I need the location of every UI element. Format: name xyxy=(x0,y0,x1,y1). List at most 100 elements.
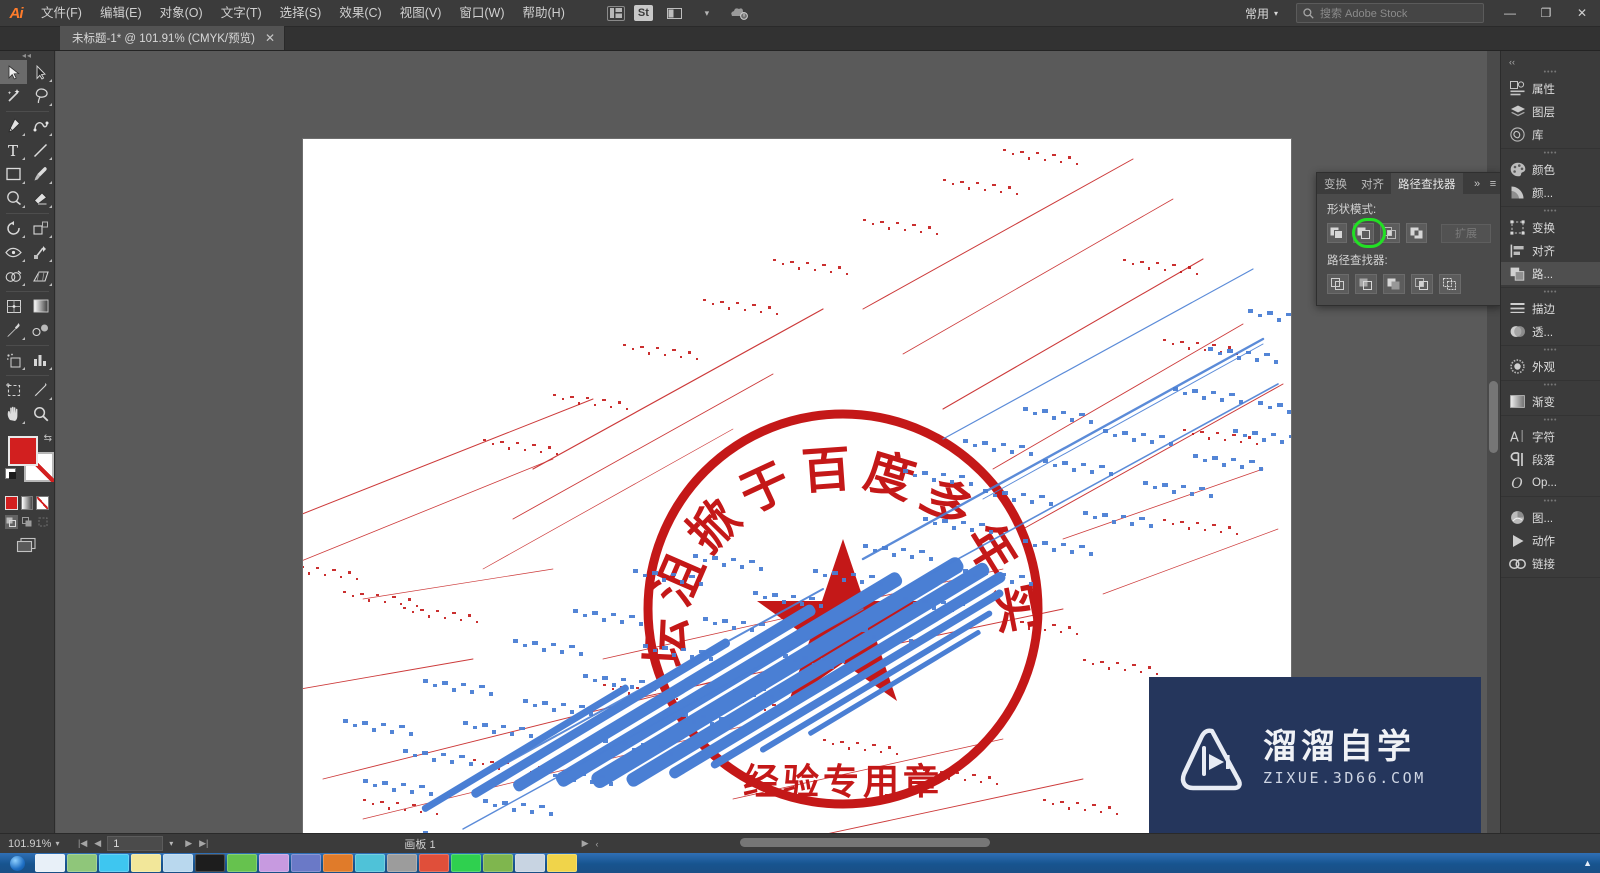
dock-grip[interactable]: •••• xyxy=(1501,207,1600,216)
taskbar-app-8[interactable] xyxy=(259,854,289,872)
menu-window[interactable]: 窗口(W) xyxy=(450,0,513,27)
direct-selection-tool[interactable] xyxy=(27,60,54,84)
dock-grip[interactable]: •••• xyxy=(1501,288,1600,297)
dock-grip[interactable]: •••• xyxy=(1501,381,1600,390)
perspective-grid-tool[interactable] xyxy=(27,264,54,288)
taskbar-app-13[interactable] xyxy=(419,854,449,872)
dock-item-pathfinder[interactable]: 路... xyxy=(1501,262,1600,285)
paintbrush-tool[interactable] xyxy=(27,162,54,186)
taskbar-app-1[interactable] xyxy=(35,854,65,872)
hand-tool[interactable] xyxy=(0,402,27,426)
intersect-button[interactable] xyxy=(1379,223,1401,243)
taskbar-app-7[interactable] xyxy=(227,854,257,872)
color-swatch-mode[interactable] xyxy=(5,496,18,510)
panel-menu-icon[interactable]: ≡ xyxy=(1485,173,1501,194)
gradient-tool[interactable] xyxy=(27,294,54,318)
curvature-tool[interactable] xyxy=(27,114,54,138)
nav-first-artboard-icon[interactable]: |◀ xyxy=(78,838,87,849)
dock-item-libraries[interactable]: 库 xyxy=(1501,123,1600,146)
start-orb[interactable] xyxy=(0,853,34,873)
dock-grip[interactable]: •••• xyxy=(1501,346,1600,355)
artboard[interactable]: 坛沮掀于百度多年实践经验分享 经验专用章 xyxy=(303,139,1291,833)
bridge-icon[interactable] xyxy=(606,5,625,21)
dock-item-properties[interactable]: 属性 xyxy=(1501,77,1600,100)
swap-fill-stroke-icon[interactable]: ⇆ xyxy=(44,433,52,444)
close-button[interactable]: ✕ xyxy=(1564,0,1600,27)
shaper-tool[interactable] xyxy=(0,186,27,210)
minus-front-button[interactable] xyxy=(1353,223,1374,243)
nav-last-artboard-icon[interactable]: ▶| xyxy=(199,838,208,849)
change-screen-mode-icon[interactable] xyxy=(0,529,54,553)
status-expand-icon[interactable]: ‹ xyxy=(596,839,599,849)
dock-item-character[interactable]: A 字符 xyxy=(1501,425,1600,448)
exclude-button[interactable] xyxy=(1406,223,1427,243)
pathfinder-panel[interactable]: 变换 对齐 路径查找器 » ≡ 形状模式: 扩展 路径查找器: xyxy=(1316,172,1502,306)
search-adobe-stock-input[interactable]: 搜索 Adobe Stock xyxy=(1296,3,1484,23)
zoom-level-control[interactable]: 101.91% ▾ xyxy=(0,838,72,850)
taskbar-app-6[interactable] xyxy=(195,854,225,872)
tray-expand-icon[interactable]: ▲ xyxy=(1583,858,1592,868)
rectangle-tool[interactable] xyxy=(0,162,27,186)
canvas-horizontal-scrollbar[interactable] xyxy=(740,833,1488,853)
panel-tab-transform[interactable]: 变换 xyxy=(1317,173,1354,194)
arrange-chevron-down-icon[interactable]: ▾ xyxy=(694,3,720,23)
artboard-page-chevron[interactable]: ▾ xyxy=(163,839,179,848)
zoom-chevron-down-icon[interactable]: ▾ xyxy=(55,839,59,848)
dock-item-transform[interactable]: 变换 xyxy=(1501,216,1600,239)
rotate-tool[interactable] xyxy=(0,216,27,240)
dock-item-paragraph[interactable]: 段落 xyxy=(1501,448,1600,471)
dock-item-appearance[interactable]: 外观 xyxy=(1501,355,1600,378)
dock-item-color-guide[interactable]: 颜... xyxy=(1501,181,1600,204)
menu-object[interactable]: 对象(O) xyxy=(151,0,212,27)
taskbar-app-14[interactable] xyxy=(451,854,481,872)
cloud-sync-icon[interactable] xyxy=(726,3,752,23)
dock-item-layers[interactable]: 图层 xyxy=(1501,100,1600,123)
canvas-area[interactable]: 坛沮掀于百度多年实践经验分享 经验专用章 xyxy=(56,51,1500,833)
fill-swatch[interactable] xyxy=(8,436,38,466)
horizontal-scroll-thumb[interactable] xyxy=(740,838,990,847)
scale-tool[interactable] xyxy=(27,216,54,240)
artboard-number-input[interactable]: 1 xyxy=(107,836,164,851)
free-transform-tool[interactable] xyxy=(27,240,54,264)
arrange-documents-icon[interactable] xyxy=(662,3,688,23)
default-fill-stroke-icon[interactable] xyxy=(5,468,16,479)
chinese-seal-stamp[interactable]: 坛沮掀于百度多年实践经验分享 经验专用章 xyxy=(303,139,1291,833)
minimize-button[interactable]: — xyxy=(1492,0,1528,27)
dock-grip[interactable]: •••• xyxy=(1501,416,1600,425)
unite-button[interactable] xyxy=(1327,223,1348,243)
column-graph-tool[interactable] xyxy=(27,348,54,372)
dock-item-transparency[interactable]: 透... xyxy=(1501,320,1600,343)
document-tab[interactable]: 未标题-1* @ 101.91% (CMYK/预览) ✕ xyxy=(60,26,286,50)
menu-edit[interactable]: 编辑(E) xyxy=(91,0,151,27)
taskbar-app-9[interactable] xyxy=(291,854,321,872)
pen-tool[interactable] xyxy=(0,114,27,138)
gradient-mode[interactable] xyxy=(20,496,34,510)
nav-next-artboard-icon[interactable]: ▶ xyxy=(185,838,192,849)
toolbar-grip[interactable]: ◂◂ xyxy=(0,51,54,60)
taskbar-app-12[interactable] xyxy=(387,854,417,872)
dock-grip[interactable]: •••• xyxy=(1501,149,1600,158)
menu-view[interactable]: 视图(V) xyxy=(391,0,451,27)
artboard-status-group[interactable]: 画板 1 xyxy=(404,836,435,852)
shape-builder-tool[interactable] xyxy=(0,264,27,288)
trim-button[interactable] xyxy=(1355,274,1377,294)
dock-collapse-icon[interactable]: ‹‹ xyxy=(1501,55,1600,68)
draw-behind[interactable] xyxy=(21,515,34,529)
menu-help[interactable]: 帮助(H) xyxy=(514,0,574,27)
taskbar-app-10[interactable] xyxy=(323,854,353,872)
menu-file[interactable]: 文件(F) xyxy=(32,0,91,27)
taskbar-app-2[interactable] xyxy=(67,854,97,872)
blend-tool[interactable] xyxy=(27,318,54,342)
vertical-scroll-thumb[interactable] xyxy=(1489,381,1498,453)
line-segment-tool[interactable] xyxy=(27,138,54,162)
menu-type[interactable]: 文字(T) xyxy=(212,0,271,27)
magic-wand-tool[interactable] xyxy=(0,84,27,108)
taskbar-app-15[interactable] xyxy=(483,854,513,872)
type-tool[interactable]: T xyxy=(0,138,27,162)
none-mode[interactable] xyxy=(36,496,50,510)
taskbar-app-11[interactable] xyxy=(355,854,385,872)
taskbar-app-5[interactable] xyxy=(163,854,193,872)
crop-button[interactable] xyxy=(1411,274,1433,294)
draw-normal[interactable] xyxy=(5,515,18,529)
dock-item-color[interactable]: 颜色 xyxy=(1501,158,1600,181)
